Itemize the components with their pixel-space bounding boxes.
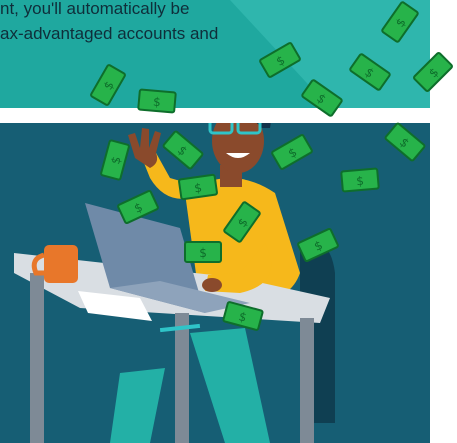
raised-hand bbox=[128, 128, 161, 168]
hand-on-laptop bbox=[202, 278, 222, 292]
desk-leg-right bbox=[300, 318, 314, 443]
info-banner: nt, you'll automatically be ax-advantage… bbox=[0, 0, 430, 108]
illustration-scene bbox=[0, 123, 430, 443]
banner-text-line-2: ax-advantaged accounts and bbox=[0, 24, 219, 43]
pants-leg-2 bbox=[110, 368, 165, 443]
desk-leg-left bbox=[30, 273, 44, 443]
pants bbox=[190, 328, 270, 443]
desk-leg-center bbox=[175, 313, 189, 443]
banner-text-line-1: nt, you'll automatically be bbox=[0, 0, 190, 18]
mug bbox=[44, 245, 78, 283]
banner-text: nt, you'll automatically be ax-advantage… bbox=[0, 0, 430, 46]
woman-at-laptop-illustration bbox=[14, 123, 335, 443]
